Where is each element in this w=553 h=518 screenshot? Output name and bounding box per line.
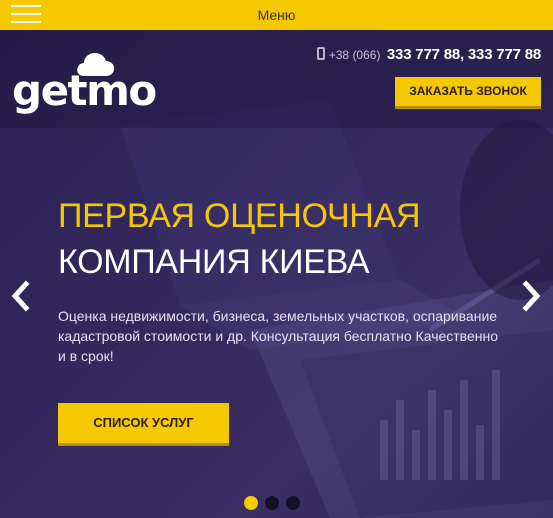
phone-row[interactable]: +38 (066) 333 777 88, 333 777 88 (316, 46, 541, 68)
top-menu-bar: Меню (0, 0, 553, 30)
services-list-button[interactable]: СПИСОК УСЛУГ (58, 403, 229, 443)
logo[interactable]: getmo (10, 50, 157, 114)
callback-button[interactable]: ЗАКАЗАТЬ ЗВОНОК (395, 77, 541, 106)
hero-title-line-2: КОМПАНИЯ КИЕВА (58, 243, 370, 281)
slide-dot-3[interactable] (286, 496, 300, 510)
slide-dot-2[interactable] (265, 496, 279, 510)
phone-icon (316, 47, 325, 61)
slide-dot-1[interactable] (244, 496, 258, 510)
hero-title-line-1: ПЕРВАЯ ОЦЕНОЧНАЯ (58, 197, 421, 235)
phone-numbers[interactable]: 333 777 88, 333 777 88 (387, 46, 541, 63)
hero-slider: getmo +38 (066) 333 777 88, 333 777 88 З… (0, 30, 553, 518)
phone-prefix: +38 (066) (328, 47, 381, 62)
hero-description: Оценка недвижимости, бизнеса, земельных … (58, 308, 498, 364)
chevron-left-icon[interactable] (8, 280, 34, 312)
chevron-right-icon[interactable] (518, 280, 544, 312)
menu-label[interactable]: Меню (0, 7, 553, 23)
logo-text: getmo (12, 66, 157, 115)
